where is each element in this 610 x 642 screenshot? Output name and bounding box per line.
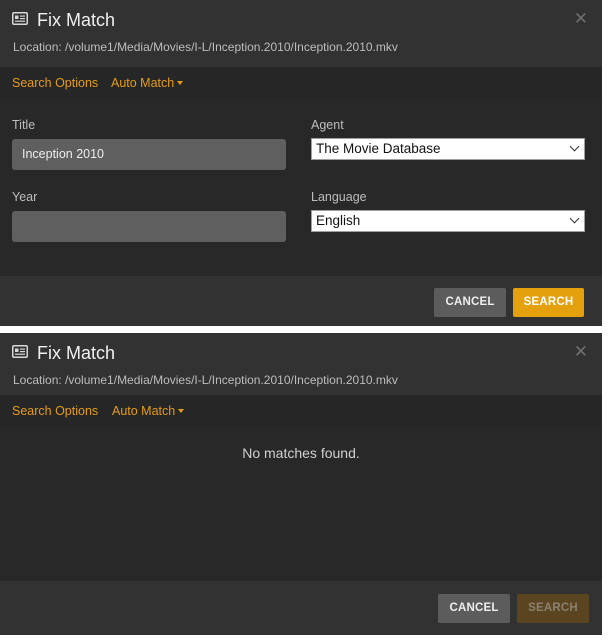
fix-match-dialog-results: Fix Match Location: /volume1/Media/Movie… bbox=[0, 333, 602, 635]
agent-label: Agent bbox=[311, 118, 344, 132]
close-icon[interactable]: ✕ bbox=[574, 10, 588, 27]
auto-match-dropdown[interactable]: Auto Match bbox=[111, 76, 184, 90]
card-icon bbox=[12, 11, 28, 30]
cancel-button[interactable]: CANCEL bbox=[438, 594, 510, 623]
dialog-title: Fix Match bbox=[37, 343, 116, 363]
dialog-footer: CANCEL SEARCH bbox=[0, 581, 602, 635]
cancel-button[interactable]: CANCEL bbox=[434, 288, 506, 317]
agent-select[interactable]: The Movie Database bbox=[311, 138, 585, 160]
language-value: English bbox=[316, 213, 361, 228]
search-button[interactable]: SEARCH bbox=[513, 288, 584, 317]
file-location: Location: /volume1/Media/Movies/I-L/Ince… bbox=[13, 373, 398, 387]
year-label: Year bbox=[12, 190, 38, 204]
agent-value: The Movie Database bbox=[316, 141, 441, 156]
fix-match-dialog: Fix Match Location: /volume1/Media/Movie… bbox=[0, 0, 602, 326]
search-options-link[interactable]: Search Options bbox=[12, 404, 98, 418]
search-button[interactable]: SEARCH bbox=[517, 594, 589, 623]
results-panel: No matches found. bbox=[0, 427, 602, 581]
caret-down-icon bbox=[178, 408, 185, 413]
chevron-down-icon bbox=[569, 141, 580, 152]
year-input[interactable] bbox=[12, 211, 286, 242]
dialog-footer: CANCEL SEARCH bbox=[0, 276, 602, 326]
options-bar: Search Options Auto Match bbox=[0, 67, 602, 99]
language-label: Language bbox=[311, 190, 367, 204]
caret-down-icon bbox=[177, 80, 184, 85]
chevron-down-icon bbox=[569, 213, 580, 224]
no-matches-message: No matches found. bbox=[242, 445, 360, 461]
auto-match-label: Auto Match bbox=[111, 76, 175, 90]
language-select[interactable]: English bbox=[311, 210, 585, 232]
options-bar: Search Options Auto Match bbox=[0, 395, 602, 427]
title-label: Title bbox=[12, 118, 36, 132]
search-options-link[interactable]: Search Options bbox=[12, 76, 98, 90]
title-input[interactable]: Inception 2010 bbox=[12, 139, 286, 170]
auto-match-label: Auto Match bbox=[112, 404, 176, 418]
file-location: Location: /volume1/Media/Movies/I-L/Ince… bbox=[13, 40, 398, 54]
card-icon bbox=[12, 344, 28, 363]
search-form: Title Inception 2010 Year Agent The Movi… bbox=[0, 99, 602, 276]
dialog-header: Fix Match Location: /volume1/Media/Movie… bbox=[0, 333, 602, 400]
auto-match-dropdown[interactable]: Auto Match bbox=[112, 404, 185, 418]
dialog-header: Fix Match Location: /volume1/Media/Movie… bbox=[0, 0, 602, 67]
close-icon[interactable]: ✕ bbox=[574, 343, 588, 360]
dialog-title: Fix Match bbox=[37, 10, 116, 30]
